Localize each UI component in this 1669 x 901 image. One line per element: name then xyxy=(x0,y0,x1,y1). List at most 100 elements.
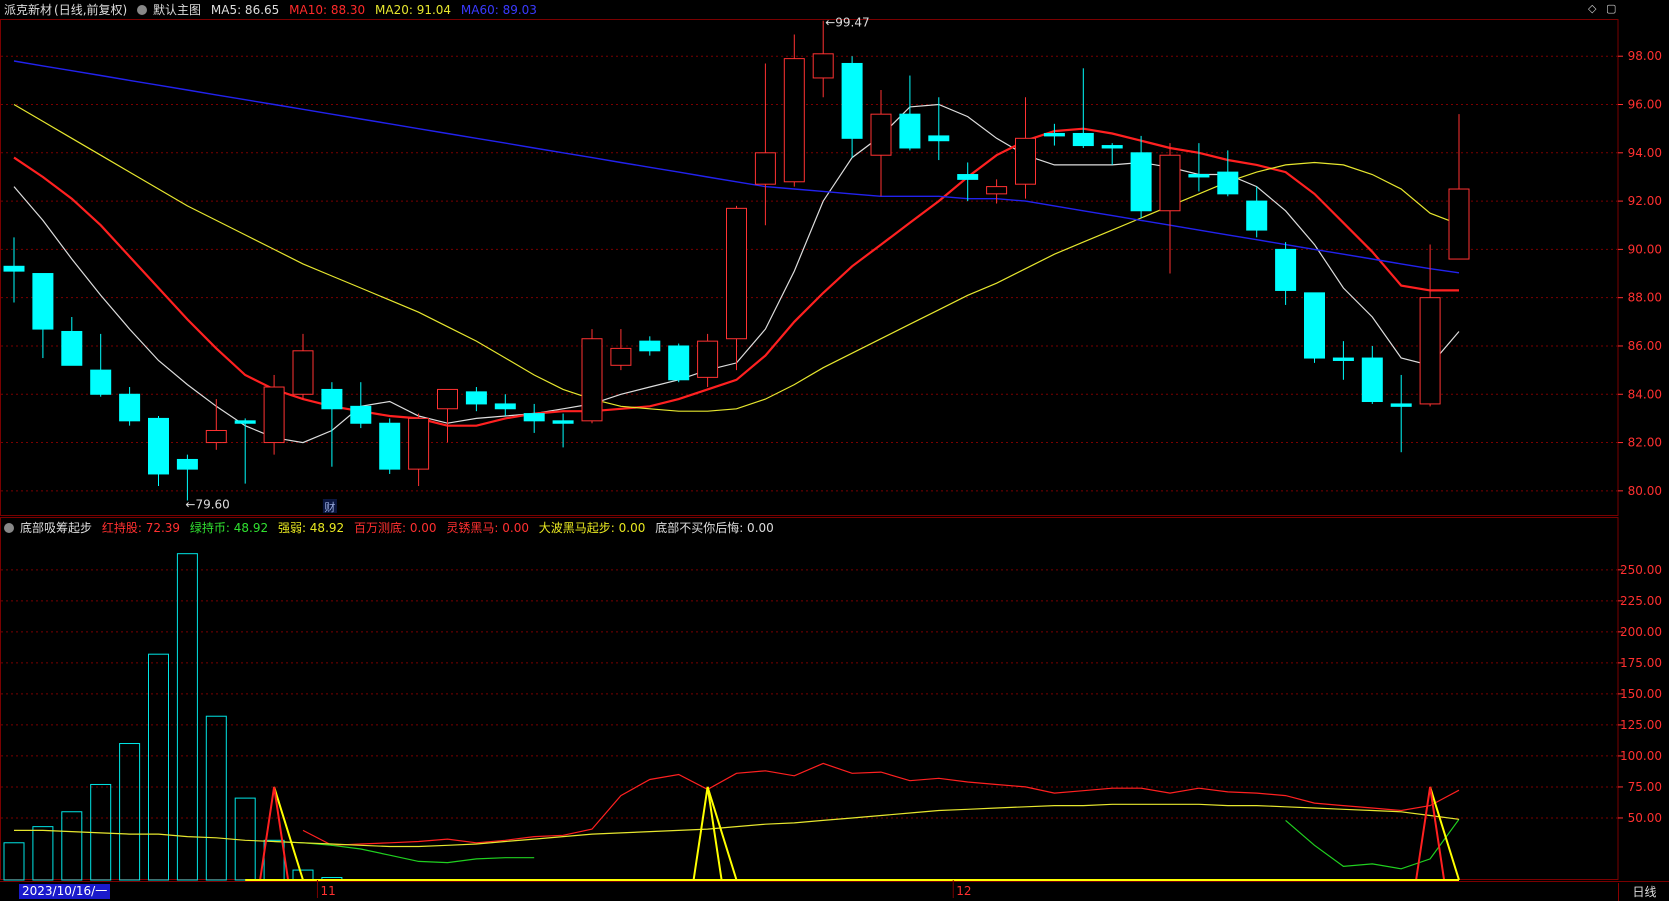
main-chart-header: 派克新材 (日线,前复权) 默认主图 MA5: 86.65 MA10: 88.30… xyxy=(4,1,543,19)
y-tick-label: 150.00 xyxy=(1620,687,1662,701)
candle-body xyxy=(263,386,285,444)
y-tick-label: 88.00 xyxy=(1628,291,1662,305)
restore-icon[interactable]: ▢ xyxy=(1606,2,1616,15)
candlestick xyxy=(437,388,458,443)
volume-bar xyxy=(3,842,25,881)
volume-bar xyxy=(176,553,198,881)
candle-body xyxy=(812,53,834,79)
y-tick-label: 250.00 xyxy=(1620,563,1662,577)
indicator-item: 红持股: 72.39 xyxy=(101,521,181,535)
candlestick xyxy=(523,403,545,433)
candle-body xyxy=(1217,171,1239,195)
candle-body xyxy=(3,265,25,272)
candle-body xyxy=(1015,137,1036,185)
cursor-date-label: 2023/10/16/一 xyxy=(19,884,111,899)
candle-body xyxy=(639,340,661,352)
candle-body xyxy=(523,413,545,422)
strength-line xyxy=(14,803,1460,848)
candlestick xyxy=(639,336,661,356)
candlestick xyxy=(90,333,112,397)
candle-body xyxy=(494,403,516,410)
financial-marker: 财 xyxy=(324,500,335,514)
candle-body xyxy=(957,174,979,180)
ma10-value: MA10: 88.30 xyxy=(289,3,366,17)
candle-body xyxy=(1304,292,1325,359)
spike-line xyxy=(273,786,1460,881)
candle-body xyxy=(148,417,169,475)
max-price-label: ←99.47 xyxy=(825,16,869,30)
y-tick-label: 50.00 xyxy=(1628,811,1662,825)
indicator-item: 绿持币: 48.92 xyxy=(189,521,269,535)
y-tick-label: 100.00 xyxy=(1620,749,1662,763)
volume-bar xyxy=(205,715,227,881)
volume-bar xyxy=(148,653,169,881)
ma20-value: MA20: 91.04 xyxy=(375,3,452,17)
month-label: 11 xyxy=(320,884,335,898)
candle-body xyxy=(408,417,430,470)
candle-body xyxy=(234,420,256,424)
candle-body xyxy=(610,347,632,366)
candlestick xyxy=(668,343,690,383)
candlestick xyxy=(870,90,892,197)
candle-body xyxy=(870,113,892,156)
cash-line xyxy=(274,818,1460,870)
settings-dot-icon[interactable] xyxy=(137,5,148,15)
candle-body xyxy=(350,405,372,424)
month-label: 12 xyxy=(956,884,971,898)
diamond-icon[interactable]: ◇ xyxy=(1588,2,1596,15)
candlestick xyxy=(899,75,921,151)
period-mode: (日线,前复权) xyxy=(54,3,128,17)
candle-body xyxy=(552,420,574,424)
candle-body xyxy=(726,207,747,340)
candlestick xyxy=(176,454,198,501)
chart-canvas[interactable]: ←99.47 ←79.60 财 80.00 82.00 84.00 86.00 88.00 9… xyxy=(0,0,1669,901)
y-tick-label: 98.00 xyxy=(1628,49,1662,63)
main-chart-label[interactable]: 默认主图 xyxy=(153,3,201,17)
candle-body xyxy=(465,391,487,405)
window-controls: ◇ ▢ xyxy=(1588,2,1616,15)
candlestick xyxy=(61,317,83,366)
volume-bar xyxy=(119,743,141,881)
candle-body xyxy=(668,345,690,381)
candlestick xyxy=(263,374,285,455)
y-tick-label: 225.00 xyxy=(1620,594,1662,608)
candlestick xyxy=(1361,345,1383,404)
candlestick xyxy=(783,34,805,187)
indicator-item: 百万测底: 0.00 xyxy=(353,521,437,535)
candle-body xyxy=(1390,403,1412,407)
candlestick xyxy=(610,329,632,371)
candle-body xyxy=(437,388,458,410)
candle-body xyxy=(205,429,227,444)
candle-body xyxy=(176,458,198,470)
y-tick-label: 175.00 xyxy=(1620,656,1662,670)
stock-name: 派克新材 xyxy=(4,3,53,17)
candle-body xyxy=(1072,132,1094,147)
candlestick xyxy=(841,56,863,158)
y-tick-label: 94.00 xyxy=(1628,146,1662,160)
y-tick-label: 75.00 xyxy=(1628,780,1662,794)
indicator-name[interactable]: 底部吸筹起步 xyxy=(20,521,92,535)
y-tick-label: 92.00 xyxy=(1628,194,1662,208)
candle-body xyxy=(899,113,921,149)
indicator-settings-dot-icon[interactable] xyxy=(4,523,14,533)
candlestick xyxy=(1130,135,1152,218)
ma5-value: MA5: 86.65 xyxy=(210,3,280,17)
y-tick-label: 80.00 xyxy=(1628,484,1662,498)
y-tick-label: 96.00 xyxy=(1628,98,1662,112)
hold-line xyxy=(302,762,1460,846)
candle-body xyxy=(928,135,950,142)
candle-body xyxy=(1275,248,1297,291)
volume-bar xyxy=(263,839,285,881)
candle-body xyxy=(581,338,603,422)
period-button[interactable]: 日线 xyxy=(1618,883,1669,901)
candlestick xyxy=(494,394,516,416)
indicator-item: 大波黑马起步: 0.00 xyxy=(538,521,646,535)
candlestick xyxy=(1332,341,1354,380)
indicator-item: 底部不买你后悔: 0.00 xyxy=(655,521,774,535)
candlestick xyxy=(1246,186,1268,238)
candle-body xyxy=(292,350,314,395)
candle-body xyxy=(61,330,83,366)
candlestick xyxy=(1275,242,1297,305)
candlestick xyxy=(1043,123,1065,146)
y-tick-label: 90.00 xyxy=(1628,242,1662,256)
